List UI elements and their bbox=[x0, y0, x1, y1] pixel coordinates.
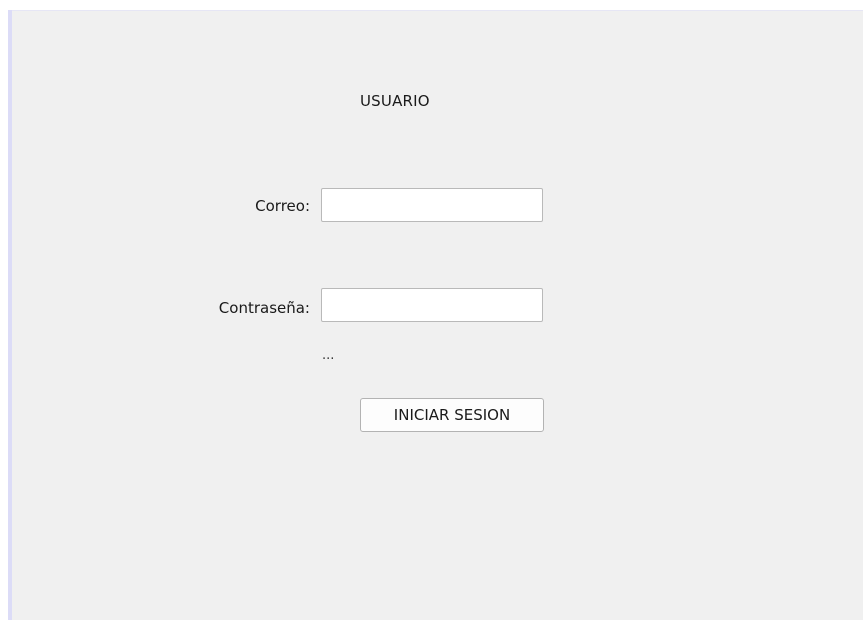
email-label: Correo: bbox=[255, 197, 310, 215]
login-button[interactable]: INICIAR SESION bbox=[360, 398, 544, 432]
form-title: USUARIO bbox=[360, 92, 430, 110]
status-text: ... bbox=[322, 348, 335, 363]
password-label: Contraseña: bbox=[218, 299, 310, 317]
login-window: USUARIO Correo: Contraseña: ... INICIAR … bbox=[0, 0, 863, 620]
password-field[interactable] bbox=[321, 288, 543, 322]
email-field[interactable] bbox=[321, 188, 543, 222]
